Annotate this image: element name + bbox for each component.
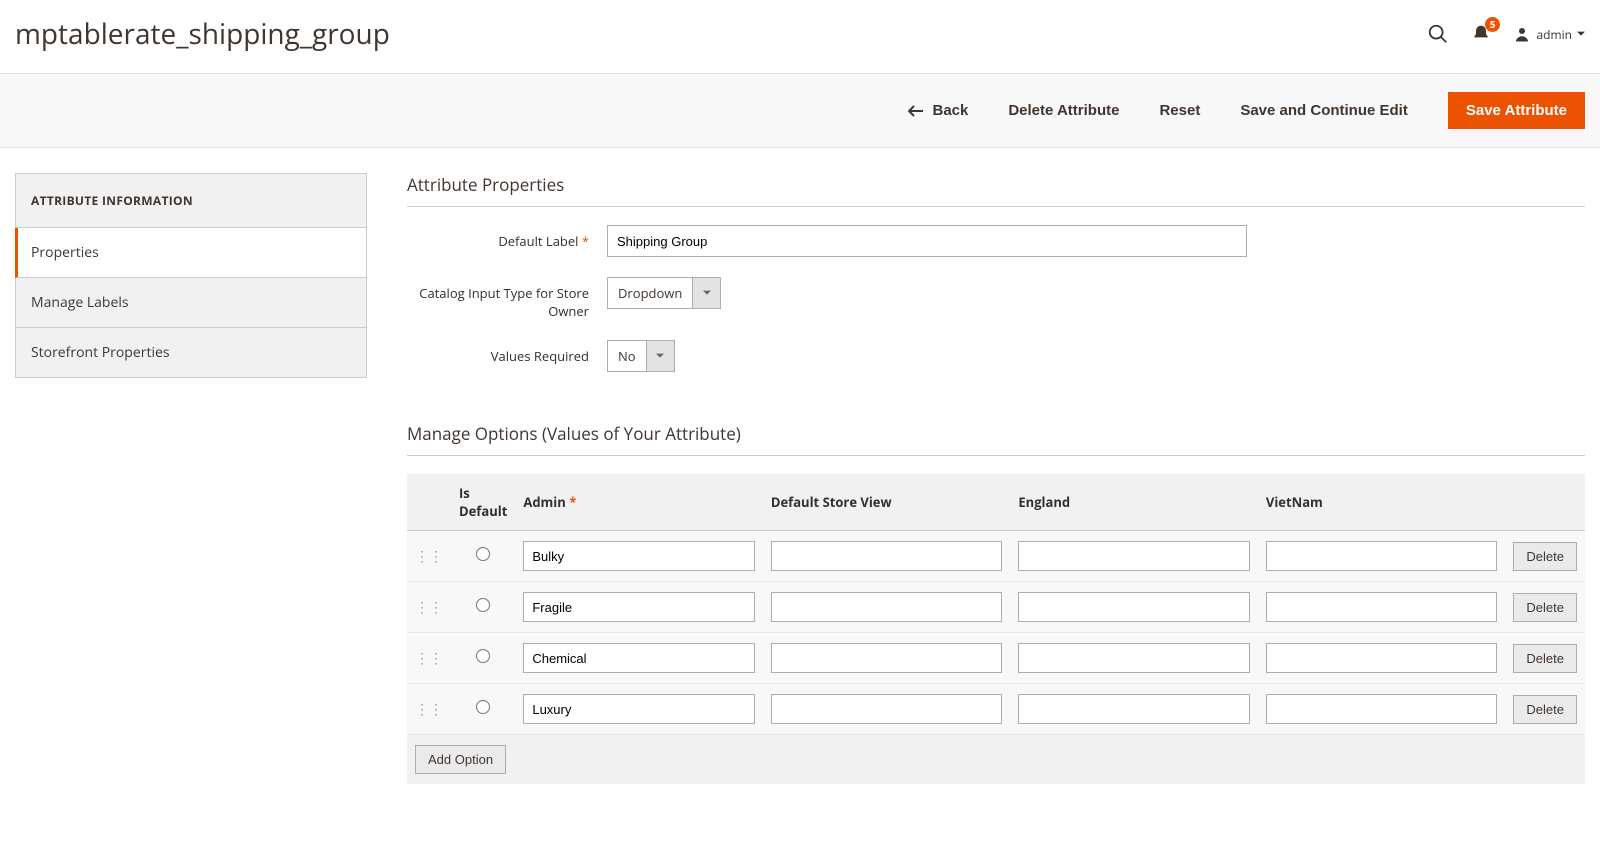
col-default-store: Default Store View — [763, 474, 1011, 531]
col-vietnam: VietNam — [1258, 474, 1506, 531]
user-icon — [1513, 25, 1531, 43]
notifications-icon[interactable]: 5 — [1471, 24, 1491, 44]
sidebar-item-manage-labels[interactable]: Manage Labels — [15, 278, 367, 328]
is-default-radio[interactable] — [476, 649, 490, 663]
sidebar-title: ATTRIBUTE INFORMATION — [15, 173, 367, 228]
option-vietnam-input[interactable] — [1266, 643, 1498, 673]
col-admin: Admin — [515, 474, 763, 531]
input-type-value: Dropdown — [608, 278, 692, 308]
option-row: ⋮⋮ Delete — [407, 531, 1585, 582]
col-england: England — [1010, 474, 1258, 531]
is-default-radio[interactable] — [476, 598, 490, 612]
delete-option-button[interactable]: Delete — [1513, 695, 1577, 724]
reset-button[interactable]: Reset — [1159, 102, 1200, 119]
input-type-select[interactable]: Dropdown — [607, 277, 721, 309]
values-required-select[interactable]: No — [607, 340, 675, 372]
page-title: mptablerate_shipping_group — [15, 15, 390, 53]
save-continue-button[interactable]: Save and Continue Edit — [1240, 102, 1408, 119]
drag-handle-icon[interactable]: ⋮⋮ — [415, 598, 443, 617]
col-is-default: Is Default — [451, 474, 515, 531]
attribute-properties-title: Attribute Properties — [407, 173, 1585, 207]
option-vietnam-input[interactable] — [1266, 694, 1498, 724]
default-label-label: Default Label — [407, 225, 607, 250]
option-vietnam-input[interactable] — [1266, 541, 1498, 571]
option-england-input[interactable] — [1018, 541, 1250, 571]
option-row: ⋮⋮ Delete — [407, 684, 1585, 735]
default-label-input[interactable] — [607, 225, 1247, 257]
is-default-radio[interactable] — [476, 547, 490, 561]
option-row: ⋮⋮ Delete — [407, 633, 1585, 684]
option-admin-input[interactable] — [523, 643, 755, 673]
user-name: admin — [1536, 26, 1572, 43]
manage-options-title: Manage Options (Values of Your Attribute… — [407, 422, 1585, 456]
user-menu[interactable]: admin — [1513, 25, 1585, 43]
chevron-down-icon — [1577, 30, 1585, 38]
notification-badge: 5 — [1485, 17, 1501, 32]
option-default-store-input[interactable] — [771, 541, 1003, 571]
save-attribute-button[interactable]: Save Attribute — [1448, 92, 1585, 129]
delete-attribute-button[interactable]: Delete Attribute — [1008, 102, 1119, 119]
option-england-input[interactable] — [1018, 643, 1250, 673]
chevron-down-icon — [692, 278, 720, 308]
delete-option-button[interactable]: Delete — [1513, 644, 1577, 673]
option-admin-input[interactable] — [523, 541, 755, 571]
option-vietnam-input[interactable] — [1266, 592, 1498, 622]
drag-handle-icon[interactable]: ⋮⋮ — [415, 649, 443, 668]
option-default-store-input[interactable] — [771, 643, 1003, 673]
sidebar-item-properties[interactable]: Properties — [15, 228, 367, 278]
values-required-value: No — [608, 341, 646, 371]
option-england-input[interactable] — [1018, 694, 1250, 724]
drag-handle-icon[interactable]: ⋮⋮ — [415, 700, 443, 719]
option-row: ⋮⋮ Delete — [407, 582, 1585, 633]
arrow-left-icon — [908, 105, 924, 117]
drag-handle-icon[interactable]: ⋮⋮ — [415, 547, 443, 566]
input-type-label: Catalog Input Type for Store Owner — [407, 277, 607, 320]
search-icon[interactable] — [1427, 23, 1449, 45]
option-england-input[interactable] — [1018, 592, 1250, 622]
sidebar-item-storefront-properties[interactable]: Storefront Properties — [15, 328, 367, 378]
back-button[interactable]: Back — [908, 102, 968, 119]
delete-option-button[interactable]: Delete — [1513, 593, 1577, 622]
chevron-down-icon — [646, 341, 674, 371]
delete-option-button[interactable]: Delete — [1513, 542, 1577, 571]
is-default-radio[interactable] — [476, 700, 490, 714]
add-option-button[interactable]: Add Option — [415, 745, 506, 774]
option-admin-input[interactable] — [523, 694, 755, 724]
option-default-store-input[interactable] — [771, 592, 1003, 622]
values-required-label: Values Required — [407, 340, 607, 365]
option-default-store-input[interactable] — [771, 694, 1003, 724]
option-admin-input[interactable] — [523, 592, 755, 622]
